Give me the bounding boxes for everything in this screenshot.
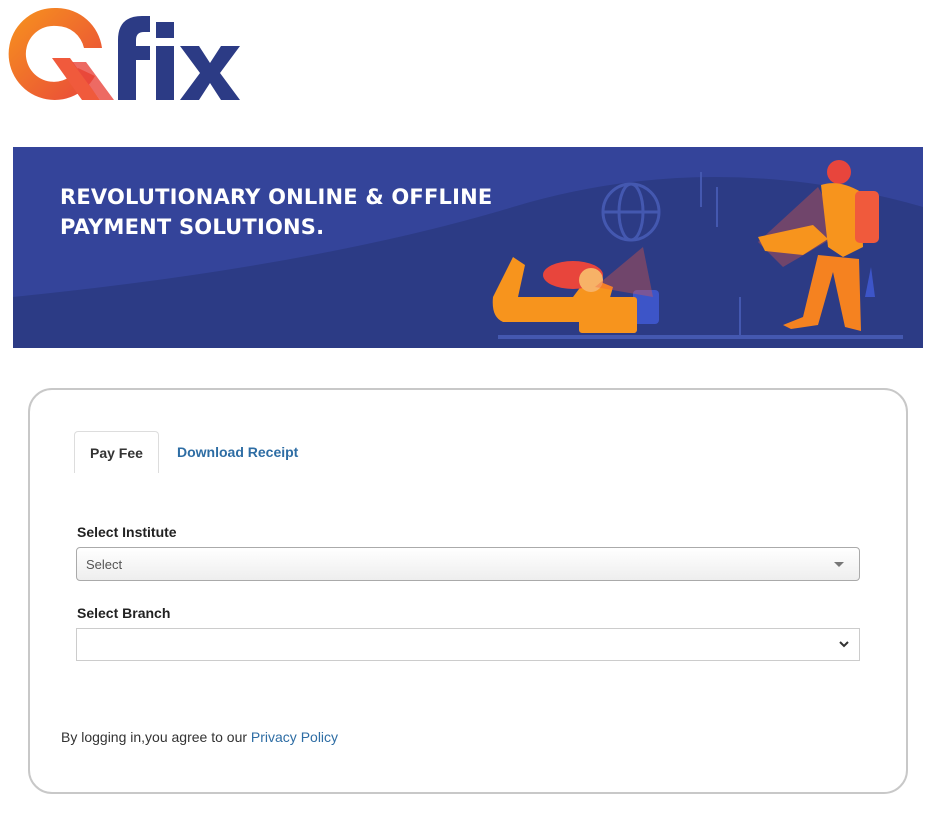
privacy-note: By logging in,you agree to our Privacy P… [61,729,338,745]
banner-line-2: PAYMENT SOLUTIONS. [60,215,325,239]
branch-select[interactable] [76,628,860,661]
tab-pay-fee[interactable]: Pay Fee [74,431,159,473]
institute-select[interactable]: Select [76,547,860,581]
banner-headline: REVOLUTIONARY ONLINE & OFFLINE PAYMENT S… [60,182,492,242]
payment-card: Pay Fee Download Receipt Select Institut… [28,388,908,794]
chevron-down-icon [839,641,849,648]
privacy-policy-link[interactable]: Privacy Policy [251,729,338,745]
privacy-note-text: By logging in,you agree to our [61,729,251,745]
hero-banner: REVOLUTIONARY ONLINE & OFFLINE PAYMENT S… [13,147,923,348]
tab-bar: Pay Fee Download Receipt [74,431,862,473]
banner-line-1: REVOLUTIONARY ONLINE & OFFLINE [60,185,493,209]
qfix-logo [0,0,240,110]
tab-download-receipt[interactable]: Download Receipt [162,431,313,473]
institute-label: Select Institute [77,524,177,540]
caret-down-icon [834,562,844,567]
branch-label: Select Branch [77,605,171,621]
institute-select-value: Select [86,557,123,572]
